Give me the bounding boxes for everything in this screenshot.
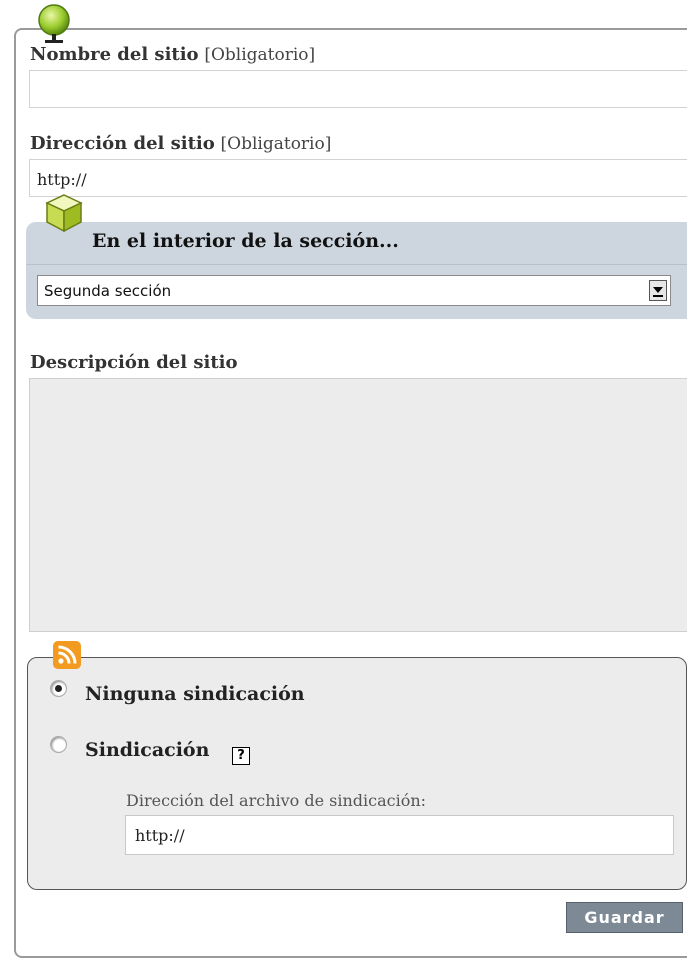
feed-url-input[interactable]: http://	[125, 815, 674, 855]
site-name-input[interactable]	[29, 70, 687, 108]
chevron-down-icon[interactable]	[649, 280, 667, 301]
section-select-value: Segunda sección	[44, 282, 172, 300]
save-button[interactable]: Guardar	[566, 902, 683, 933]
rss-icon	[53, 641, 81, 669]
section-select[interactable]: Segunda sección	[37, 275, 671, 306]
globe-icon	[38, 4, 70, 43]
help-icon[interactable]: ?	[232, 747, 250, 765]
section-title: En el interior de la sección...	[92, 230, 399, 252]
description-textarea[interactable]	[29, 378, 687, 632]
radio-button-checked[interactable]	[50, 680, 67, 697]
feed-url-label: Dirección del archivo de sindicación:	[126, 791, 427, 810]
site-url-label: Dirección del sitio [Obligatorio]	[30, 133, 332, 154]
site-url-input[interactable]: http://	[29, 159, 687, 197]
radio-button-unchecked[interactable]	[50, 736, 67, 753]
description-label: Descripción del sitio	[30, 352, 238, 373]
section-cube-icon	[45, 194, 83, 233]
section-panel-header: En el interior de la sección...	[26, 222, 687, 265]
site-name-label: Nombre del sitio [Obligatorio]	[30, 44, 316, 65]
